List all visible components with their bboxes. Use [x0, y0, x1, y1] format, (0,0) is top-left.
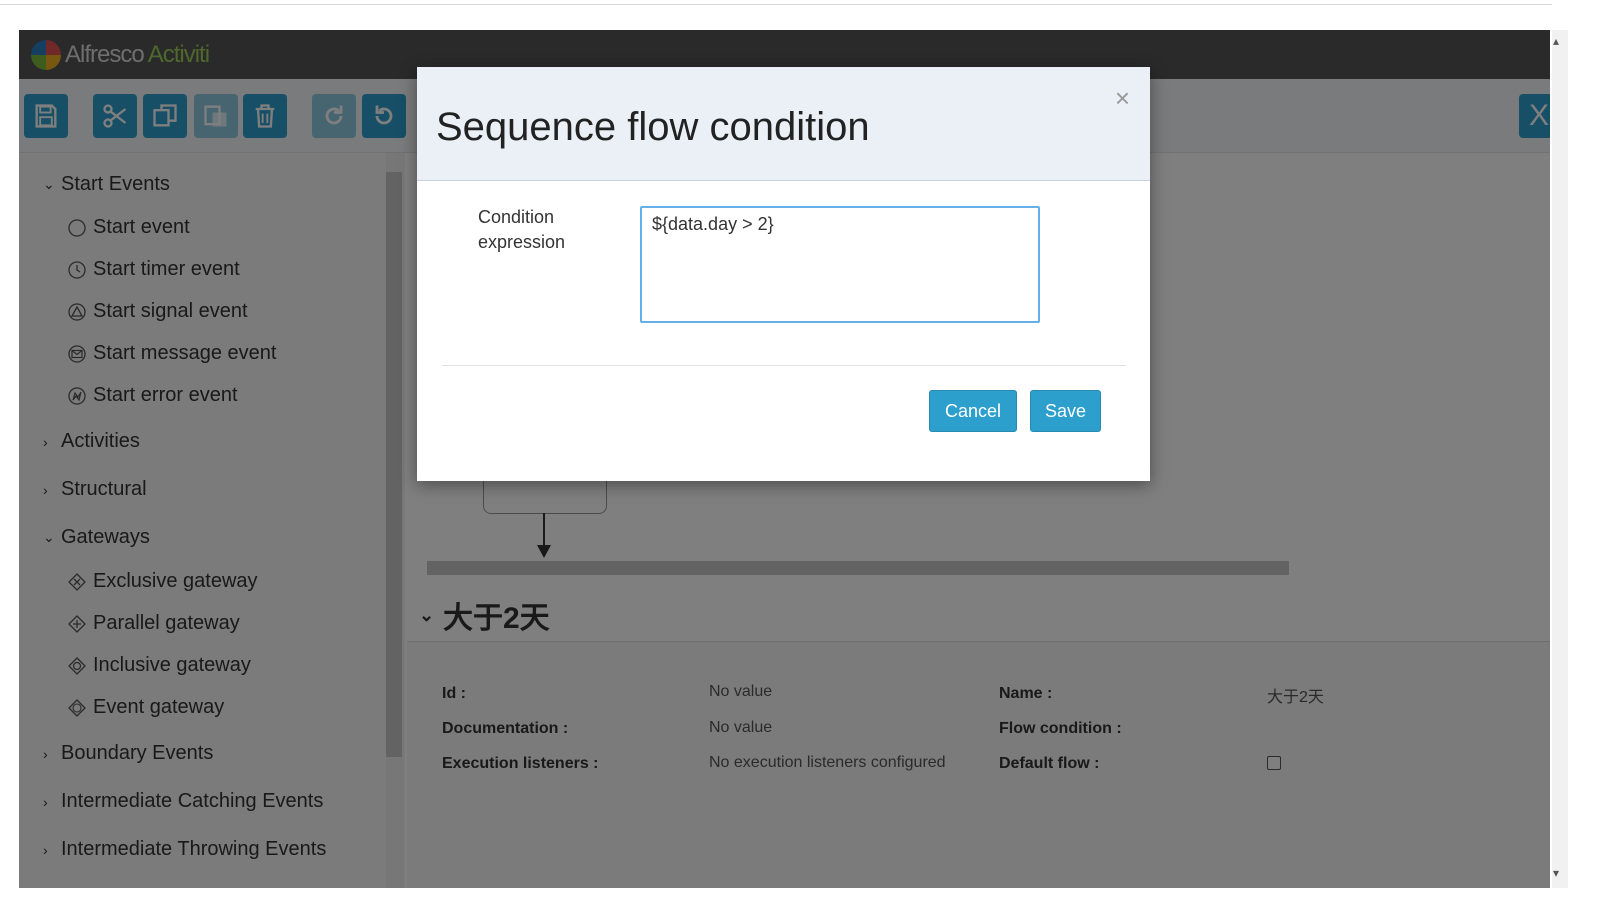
scroll-up-icon[interactable]: ▴ [1553, 34, 1559, 48]
dialog-divider [442, 365, 1126, 366]
dialog-title: Sequence flow condition [436, 105, 870, 149]
sequence-flow-condition-dialog: Sequence flow condition × Condition expr… [417, 67, 1150, 481]
dialog-header: Sequence flow condition × [417, 67, 1150, 181]
scroll-down-icon[interactable]: ▾ [1553, 866, 1559, 880]
save-button[interactable]: Save [1030, 390, 1101, 432]
cancel-button[interactable]: Cancel [929, 390, 1017, 432]
condition-expression-textarea[interactable]: ${data.day > 2} [640, 206, 1040, 323]
close-icon[interactable]: × [1115, 83, 1130, 114]
condition-expression-label: Condition expression [478, 207, 566, 252]
browser-top-line [0, 4, 1552, 5]
page-vertical-scrollbar[interactable] [1552, 30, 1568, 888]
